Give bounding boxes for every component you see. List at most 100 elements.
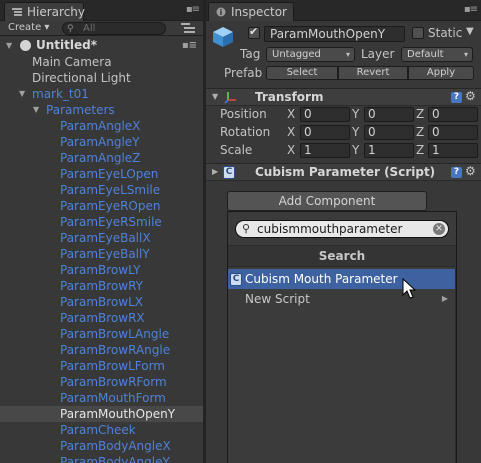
- prefab-label: Prefab: [224, 66, 263, 80]
- submenu-arrow-icon: ▶: [441, 294, 448, 303]
- hierarchy-item[interactable]: ParamBrowLY: [0, 262, 203, 278]
- transform-row: Scale X 1 Y 1 Z 1: [206, 143, 481, 159]
- axis-label-z[interactable]: Z: [416, 143, 424, 157]
- add-component-popup: ⚲ cubismmouthparameter ✕ Search C Cubism …: [227, 211, 457, 463]
- tag-label: Tag: [240, 47, 261, 61]
- hierarchy-item[interactable]: ParamBrowRY: [0, 278, 203, 294]
- transform-x-field[interactable]: 0: [300, 107, 350, 122]
- cs-script-icon: C: [230, 273, 242, 286]
- hierarchy-item[interactable]: ParamBrowLX: [0, 294, 203, 310]
- hierarchy-item[interactable]: ParamAngleY: [0, 134, 203, 150]
- hierarchy-item[interactable]: ParamBodyAngleX: [0, 438, 203, 454]
- static-dropdown-icon[interactable]: ▼: [466, 26, 474, 37]
- popup-result-item[interactable]: New Script ▶: [228, 289, 456, 309]
- transform-x-field[interactable]: 1: [300, 143, 350, 158]
- hierarchy-item[interactable]: ParamBrowLForm: [0, 358, 203, 374]
- tag-dropdown[interactable]: Untagged ▾: [266, 47, 355, 62]
- hierarchy-item-label: Main Camera: [32, 55, 112, 69]
- transform-z-field[interactable]: 0: [428, 107, 478, 122]
- prefab-apply-button[interactable]: Apply: [408, 66, 474, 80]
- object-name-value: ParamMouthOpenY: [270, 27, 386, 41]
- help-book-icon[interactable]: ?: [451, 167, 462, 178]
- axis-label-z[interactable]: Z: [416, 107, 424, 121]
- scene-menu-icon[interactable]: ▪≡: [182, 37, 197, 54]
- hierarchy-item-label: ParamAngleX: [60, 119, 141, 133]
- gear-icon[interactable]: ⚙: [465, 89, 476, 103]
- hierarchy-item[interactable]: ParamMouthForm: [0, 390, 203, 406]
- hierarchy-item[interactable]: ParamBodyAngleY: [0, 454, 203, 463]
- inspector-tab-menu-icon[interactable]: ▪≡: [464, 4, 478, 15]
- transform-z-field[interactable]: 1: [428, 143, 478, 158]
- hierarchy-item[interactable]: ParamEyeROpen: [0, 198, 203, 214]
- transform-z-field[interactable]: 0: [428, 125, 478, 140]
- create-label: Create: [8, 22, 42, 33]
- fold-open-icon[interactable]: ▼: [19, 86, 25, 102]
- prefab-select-button[interactable]: Select: [266, 66, 338, 80]
- axis-label-x[interactable]: X: [287, 107, 295, 121]
- tab-inspector[interactable]: Inspector: [208, 2, 294, 21]
- hierarchy-item[interactable]: ParamEyeLSmile: [0, 182, 203, 198]
- scene-filter-icon[interactable]: [181, 22, 195, 34]
- hierarchy-item[interactable]: ▼ mark_t01: [0, 86, 203, 102]
- transform-row: Position X 0 Y 0 Z 0: [206, 107, 481, 123]
- hierarchy-search-input[interactable]: ⚲ All: [62, 22, 166, 35]
- hierarchy-item[interactable]: ParamAngleX: [0, 118, 203, 134]
- prefab-revert-button[interactable]: Revert: [338, 66, 408, 80]
- static-checkbox[interactable]: [412, 27, 424, 39]
- axis-label-y[interactable]: Y: [352, 125, 359, 139]
- transform-y-field[interactable]: 1: [364, 143, 414, 158]
- axis-label-z[interactable]: Z: [416, 125, 424, 139]
- tab-hierarchy[interactable]: Hierarchy: [4, 2, 85, 21]
- hierarchy-item-label: ParamBrowRX: [60, 311, 145, 325]
- hierarchy-item[interactable]: ParamEyeRSmile: [0, 214, 203, 230]
- hierarchy-item[interactable]: ParamBrowRAngle: [0, 342, 203, 358]
- clear-search-icon[interactable]: ✕: [433, 223, 445, 235]
- fold-closed-icon[interactable]: ▶: [212, 167, 218, 176]
- create-dropdown[interactable]: Create ▾: [8, 22, 49, 33]
- hierarchy-item[interactable]: ParamBrowLAngle: [0, 326, 203, 342]
- search-icon: ⚲: [242, 222, 251, 235]
- hierarchy-item[interactable]: Main Camera: [0, 54, 203, 70]
- hierarchy-item[interactable]: ParamAngleZ: [0, 150, 203, 166]
- hierarchy-item-label: ParamEyeBallY: [60, 247, 150, 261]
- hierarchy-item-label: ParamBrowRForm: [60, 375, 167, 389]
- hierarchy-toolbar: Create ▾ ⚲ All: [0, 21, 203, 36]
- hierarchy-item[interactable]: ParamEyeBallY: [0, 246, 203, 262]
- hierarchy-item[interactable]: ParamBrowRX: [0, 310, 203, 326]
- axis-label-y[interactable]: Y: [352, 143, 359, 157]
- popup-result-item[interactable]: C Cubism Mouth Parameter: [228, 269, 456, 289]
- hierarchy-item[interactable]: ParamMouthOpenY: [0, 406, 203, 422]
- fold-open-icon[interactable]: ▼: [33, 102, 39, 118]
- mouse-cursor-icon: [402, 278, 416, 299]
- cubism-parameter-header[interactable]: ▶ C Cubism Parameter (Script) ? ⚙: [206, 163, 481, 181]
- transform-y-field[interactable]: 0: [364, 107, 414, 122]
- help-book-icon[interactable]: ?: [451, 92, 462, 103]
- add-component-button[interactable]: Add Component: [227, 191, 427, 211]
- axis-label-x[interactable]: X: [287, 125, 295, 139]
- transform-row-label: Scale: [220, 143, 253, 157]
- hierarchy-item-label: ParamMouthOpenY: [60, 407, 176, 421]
- hierarchy-item[interactable]: ▼ Parameters: [0, 102, 203, 118]
- hierarchy-tab-menu-icon[interactable]: ▪≡: [186, 4, 200, 15]
- popup-result-label: New Script: [245, 292, 310, 306]
- axis-label-x[interactable]: X: [287, 143, 295, 157]
- hierarchy-item[interactable]: ParamEyeBallX: [0, 230, 203, 246]
- hierarchy-item[interactable]: ParamBrowRForm: [0, 374, 203, 390]
- scene-row[interactable]: ▼ Untitled* ▪≡: [0, 37, 203, 54]
- hierarchy-item[interactable]: ParamEyeLOpen: [0, 166, 203, 182]
- inspector-panel: Inspector ▪≡ ParamMouthOpenY Static ▼ Ta…: [206, 0, 481, 463]
- hierarchy-item[interactable]: ParamCheek: [0, 422, 203, 438]
- transform-x-field[interactable]: 0: [300, 125, 350, 140]
- axis-label-y[interactable]: Y: [352, 107, 359, 121]
- fold-open-icon[interactable]: ▼: [212, 92, 218, 101]
- object-name-field[interactable]: ParamMouthOpenY: [264, 26, 405, 42]
- transform-y-field[interactable]: 0: [364, 125, 414, 140]
- layer-dropdown[interactable]: Default ▾: [401, 47, 473, 62]
- component-search-input[interactable]: ⚲ cubismmouthparameter ✕: [235, 220, 449, 238]
- transform-header[interactable]: ▼ Transform ? ⚙: [206, 88, 481, 106]
- active-checkbox[interactable]: [248, 25, 260, 39]
- gear-icon[interactable]: ⚙: [465, 164, 476, 178]
- fold-open-icon[interactable]: ▼: [6, 37, 12, 54]
- hierarchy-item[interactable]: Directional Light: [0, 70, 203, 86]
- static-label: Static: [428, 26, 463, 40]
